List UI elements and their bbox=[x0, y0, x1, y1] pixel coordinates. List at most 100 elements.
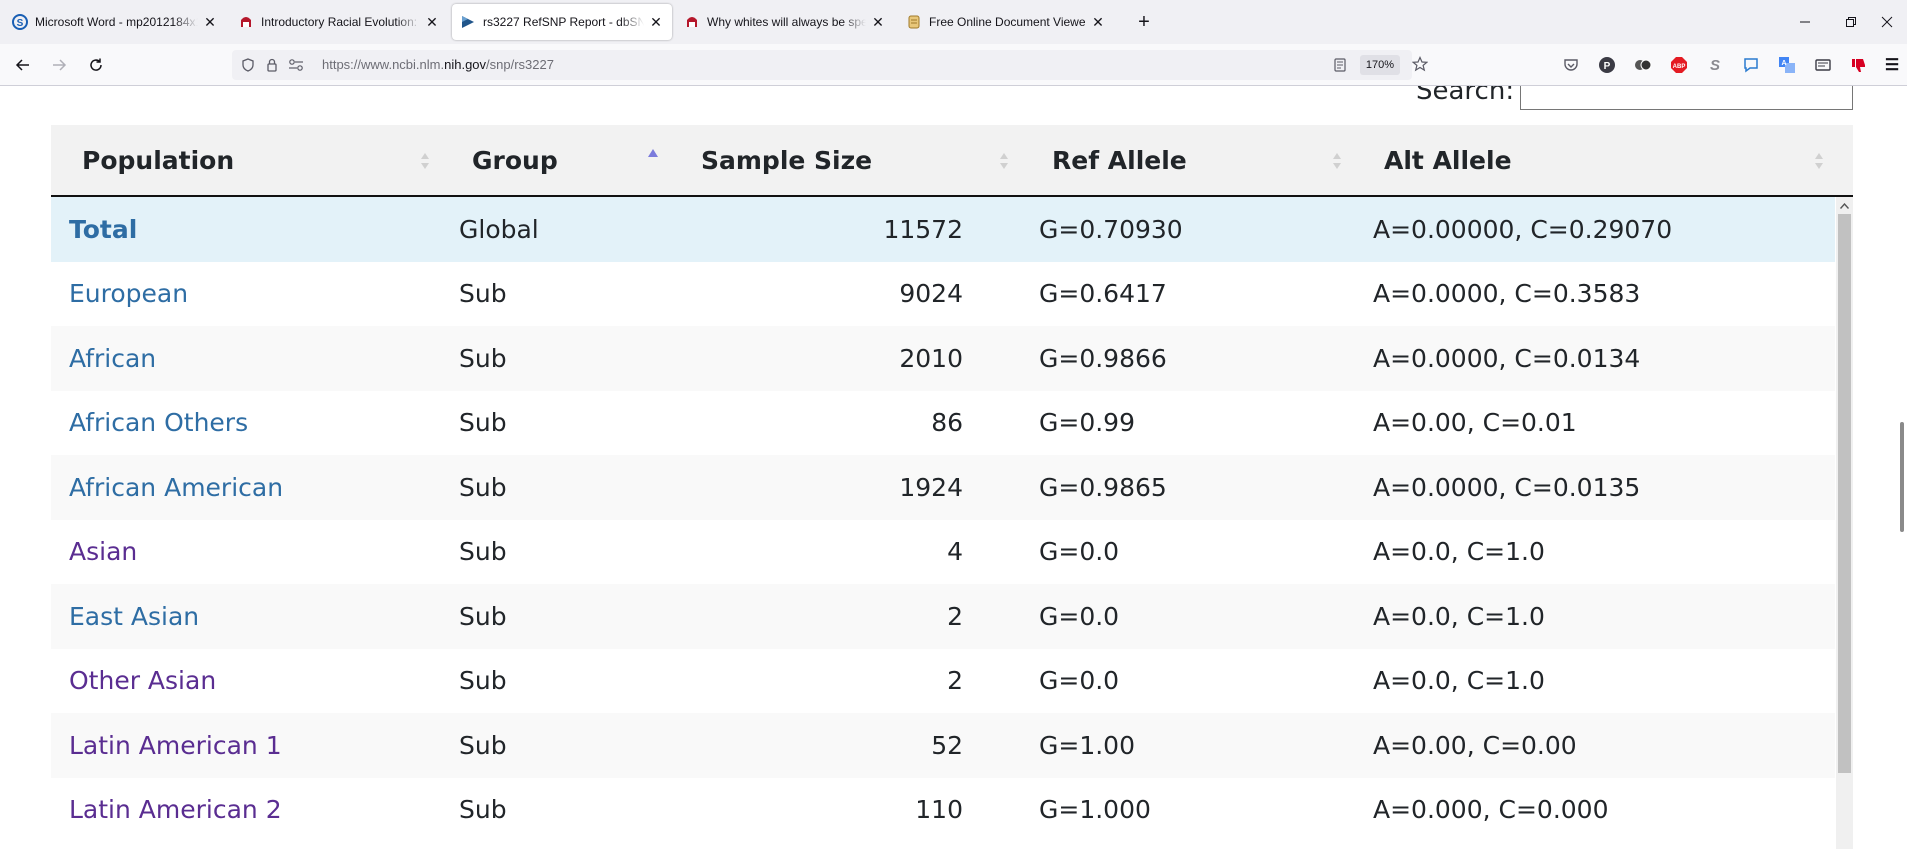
column-header-sample-size[interactable]: Sample Size bbox=[701, 125, 872, 195]
lock-icon[interactable] bbox=[264, 57, 280, 73]
group-cell: Sub bbox=[459, 666, 507, 695]
minimize-button[interactable] bbox=[1782, 0, 1828, 44]
red-hat-icon bbox=[684, 14, 700, 30]
red-hat-icon bbox=[238, 14, 254, 30]
column-header-alt-allele[interactable]: Alt Allele bbox=[1384, 125, 1512, 195]
sample-size-cell: 52 bbox=[931, 730, 963, 760]
reload-icon bbox=[90, 58, 102, 71]
alt-allele-cell: A=0.00, C=0.00 bbox=[1373, 730, 1577, 760]
alt-allele-cell: A=0.0000, C=0.3583 bbox=[1373, 279, 1641, 308]
search-input[interactable] bbox=[1520, 86, 1853, 110]
table-row[interactable]: Latin American 2 Sub 110 G=1.000 A=0.000… bbox=[51, 777, 1835, 842]
address-bar[interactable]: https://www.ncbi.nlm.nih.gov/snp/rs3227 … bbox=[232, 50, 1428, 80]
s-extension-icon[interactable]: S bbox=[1705, 55, 1725, 75]
close-window-button[interactable] bbox=[1864, 0, 1907, 44]
group-cell: Sub bbox=[459, 795, 507, 824]
tab-racial-evolution[interactable]: Introductory Racial Evolution: L... ✕ bbox=[230, 4, 448, 40]
table-header: Population Group Sample Size Ref Allele … bbox=[51, 125, 1853, 197]
navigation-toolbar: https://www.ncbi.nlm.nih.gov/snp/rs3227 … bbox=[0, 44, 1907, 86]
tab-strip: S Microsoft Word - mp2012184x1.htm ✕ Int… bbox=[0, 0, 1907, 44]
population-link[interactable]: East Asian bbox=[69, 584, 199, 648]
pocket-icon[interactable] bbox=[1561, 55, 1581, 75]
bookmark-star-icon[interactable] bbox=[1412, 56, 1428, 72]
sort-both-icon[interactable] bbox=[1331, 149, 1343, 173]
population-link[interactable]: Total bbox=[69, 197, 137, 261]
column-header-label: Population bbox=[82, 145, 235, 175]
chat-bubble-icon[interactable] bbox=[1741, 55, 1761, 75]
sample-size-cell: 2010 bbox=[899, 343, 963, 373]
table-row[interactable]: Total Global 11572 G=0.70930 A=0.00000, … bbox=[51, 197, 1835, 262]
app-menu-button[interactable]: ☰ bbox=[1882, 55, 1902, 75]
column-header-group[interactable]: Group bbox=[472, 125, 558, 195]
zoom-indicator[interactable]: 170% bbox=[1360, 55, 1400, 75]
table-row[interactable]: African Others Sub 86 G=0.99 A=0.00, C=0… bbox=[51, 390, 1835, 455]
thumbs-down-icon[interactable] bbox=[1849, 55, 1869, 75]
population-link[interactable]: Asian bbox=[69, 520, 137, 584]
forward-button[interactable] bbox=[46, 52, 72, 78]
shield-icon[interactable] bbox=[240, 57, 256, 73]
table-row[interactable]: European Sub 9024 G=0.6417 A=0.0000, C=0… bbox=[51, 261, 1835, 326]
alt-allele-cell: A=0.000, C=0.000 bbox=[1373, 795, 1609, 824]
population-link[interactable]: European bbox=[69, 262, 188, 326]
tab-title: Introductory Racial Evolution: L... bbox=[261, 15, 420, 29]
tab-document-viewer[interactable]: Free Online Document Viewer ✕ bbox=[898, 4, 1114, 40]
population-link[interactable]: African bbox=[69, 326, 156, 390]
reload-button[interactable] bbox=[83, 52, 109, 78]
close-icon[interactable]: ✕ bbox=[648, 14, 664, 30]
table-row[interactable]: Asian Sub 4 G=0.0 A=0.0, C=1.0 bbox=[51, 519, 1835, 584]
back-button[interactable] bbox=[10, 52, 36, 78]
svg-text:P: P bbox=[1604, 61, 1611, 72]
translate-icon[interactable]: A bbox=[1777, 55, 1797, 75]
close-icon[interactable]: ✕ bbox=[424, 14, 440, 30]
tab-rs3227-refsnp[interactable]: rs3227 RefSNP Report - dbSNP - NCBI ✕ bbox=[452, 4, 672, 40]
restore-icon bbox=[1846, 17, 1856, 27]
adblock-plus-icon[interactable]: ABP bbox=[1669, 55, 1689, 75]
tab-word-document[interactable]: S Microsoft Word - mp2012184x1.htm ✕ bbox=[4, 4, 226, 40]
column-header-ref-allele[interactable]: Ref Allele bbox=[1052, 125, 1187, 195]
population-link[interactable]: African American bbox=[69, 455, 283, 519]
profile-p-icon[interactable]: P bbox=[1597, 55, 1617, 75]
close-icon[interactable]: ✕ bbox=[202, 14, 218, 30]
ref-allele-cell: G=0.6417 bbox=[1039, 279, 1167, 308]
tab-why-whites[interactable]: Why whites will always be special... ✕ bbox=[676, 4, 894, 40]
close-icon bbox=[1881, 16, 1893, 28]
column-header-label: Ref Allele bbox=[1052, 145, 1187, 175]
table-scrollbar[interactable] bbox=[1836, 197, 1853, 849]
url-text[interactable]: https://www.ncbi.nlm.nih.gov/snp/rs3227 bbox=[322, 57, 554, 72]
ref-allele-cell: G=0.70930 bbox=[1039, 214, 1183, 244]
sort-both-icon[interactable] bbox=[1813, 149, 1825, 173]
population-link[interactable]: Latin American 2 bbox=[69, 778, 282, 842]
table-row[interactable]: East Asian Sub 2 G=0.0 A=0.0, C=1.0 bbox=[51, 584, 1835, 649]
table-row[interactable]: African Sub 2010 G=0.9866 A=0.0000, C=0.… bbox=[51, 326, 1835, 391]
tab-title: Microsoft Word - mp2012184x1.htm bbox=[35, 15, 198, 29]
sort-ascending-icon[interactable] bbox=[647, 145, 659, 169]
sample-size-cell: 11572 bbox=[883, 214, 963, 244]
table-row[interactable]: African American Sub 1924 G=0.9865 A=0.0… bbox=[51, 455, 1835, 520]
alt-allele-cell: A=0.00000, C=0.29070 bbox=[1373, 214, 1673, 244]
permissions-icon[interactable] bbox=[288, 57, 304, 73]
population-link[interactable]: Latin American 1 bbox=[69, 713, 282, 777]
multi-account-icon[interactable] bbox=[1633, 55, 1653, 75]
page-scrollbar[interactable] bbox=[1897, 86, 1907, 849]
sample-size-cell: 2 bbox=[947, 601, 963, 631]
close-icon[interactable]: ✕ bbox=[1090, 14, 1106, 30]
table-row[interactable]: Latin American 1 Sub 52 G=1.00 A=0.00, C… bbox=[51, 713, 1835, 778]
close-icon[interactable]: ✕ bbox=[870, 14, 886, 30]
scroll-up-arrow-icon[interactable] bbox=[1836, 197, 1853, 214]
ref-allele-cell: G=1.00 bbox=[1039, 730, 1135, 760]
population-link[interactable]: African Others bbox=[69, 391, 248, 455]
table-scrollbar-thumb[interactable] bbox=[1838, 214, 1851, 773]
group-cell: Sub bbox=[459, 601, 507, 631]
population-link[interactable]: Other Asian bbox=[69, 649, 216, 713]
url-domain: nih.gov bbox=[444, 57, 487, 72]
new-tab-button[interactable]: + bbox=[1132, 10, 1156, 34]
sort-both-icon[interactable] bbox=[998, 149, 1010, 173]
page-scrollbar-thumb[interactable] bbox=[1900, 422, 1904, 532]
sort-both-icon[interactable] bbox=[419, 149, 431, 173]
column-header-population[interactable]: Population bbox=[82, 125, 234, 195]
column-header-label: Sample Size bbox=[701, 145, 873, 175]
reader-card-icon[interactable] bbox=[1813, 55, 1833, 75]
reader-view-icon[interactable] bbox=[1332, 57, 1348, 73]
alt-allele-cell: A=0.0, C=1.0 bbox=[1373, 666, 1545, 695]
table-row[interactable]: Other Asian Sub 2 G=0.0 A=0.0, C=1.0 bbox=[51, 648, 1835, 713]
